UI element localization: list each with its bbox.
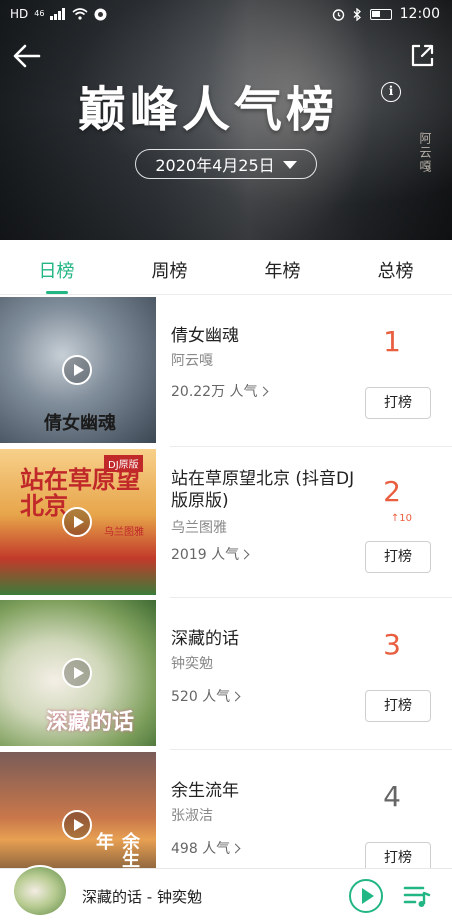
battery-icon bbox=[369, 8, 392, 20]
status-bar: HD 46 12:00 bbox=[0, 0, 452, 30]
popularity-value: 498 人气 bbox=[171, 840, 231, 857]
mini-player[interactable]: 深藏的话 - 钟奕勉 bbox=[0, 865, 452, 922]
album-cover[interactable]: DJ原版 站在草原望北京 乌兰图雅 bbox=[0, 448, 156, 595]
album-cover[interactable]: 倩女幽魂 bbox=[0, 297, 156, 443]
info-icon[interactable]: i bbox=[381, 82, 401, 102]
chart-tabs: 日榜 周榜 年榜 总榜 bbox=[0, 240, 452, 295]
page-title: 巅峰人气榜 bbox=[78, 82, 339, 138]
tab-weekly[interactable]: 周榜 bbox=[113, 240, 226, 294]
song-artist: 阿云嘎 bbox=[171, 353, 213, 369]
hd-icon: HD bbox=[10, 7, 29, 21]
cover-title: 倩女幽魂 bbox=[44, 413, 116, 434]
play-icon[interactable] bbox=[62, 355, 92, 385]
song-title: 倩女幽魂 bbox=[171, 326, 239, 346]
cover-subtitle: 乌兰图雅 bbox=[104, 526, 144, 538]
vpn-icon bbox=[94, 8, 107, 20]
active-tab-indicator bbox=[45, 291, 68, 294]
tab-label: 总榜 bbox=[377, 261, 414, 282]
bluetooth-icon bbox=[353, 7, 361, 21]
list-item[interactable]: DJ原版 站在草原望北京 乌兰图雅 站在草原望北京 (抖音DJ版原版) 乌兰图雅… bbox=[0, 447, 452, 598]
song-title: 站在草原望北京 (抖音DJ版原版) bbox=[171, 468, 355, 511]
popularity-value: 520 人气 bbox=[171, 689, 231, 705]
song-list: 倩女幽魂 倩女幽魂 阿云嘎 20.22万 人气 1 打榜 DJ原版 站在草原望北… bbox=[0, 295, 452, 901]
signal-icon bbox=[50, 8, 66, 20]
popularity-link[interactable]: 20.22万 人气 bbox=[171, 381, 268, 401]
tab-label: 周榜 bbox=[151, 261, 188, 282]
popularity-value: 20.22万 人气 bbox=[171, 384, 258, 400]
song-title: 余生流年 bbox=[171, 780, 239, 801]
list-item[interactable]: 倩女幽魂 倩女幽魂 阿云嘎 20.22万 人气 1 打榜 bbox=[0, 295, 452, 447]
tab-all-time[interactable]: 总榜 bbox=[339, 240, 452, 294]
rank-number: 3 bbox=[383, 628, 401, 661]
popularity-link[interactable]: 2019 人气 bbox=[171, 544, 250, 564]
status-time: 12:00 bbox=[399, 6, 440, 22]
vote-button[interactable]: 打榜 bbox=[365, 540, 431, 573]
cover-title: 深藏的话 bbox=[46, 709, 135, 735]
popularity-value: 2019 人气 bbox=[171, 546, 240, 563]
play-icon[interactable] bbox=[62, 809, 92, 840]
playlist-icon[interactable] bbox=[403, 883, 431, 909]
chevron-right-icon bbox=[258, 386, 268, 397]
list-item[interactable]: 深藏的话 深藏的话 钟奕勉 520 人气 3 打榜 bbox=[0, 598, 452, 750]
vote-button[interactable]: 打榜 bbox=[365, 690, 431, 722]
now-playing-cover[interactable] bbox=[12, 865, 68, 917]
chevron-right-icon bbox=[230, 691, 241, 702]
rank-number: 2 bbox=[383, 474, 401, 508]
tab-daily[interactable]: 日榜 bbox=[0, 240, 113, 294]
artist-credit: 阿云嘎 bbox=[418, 132, 432, 174]
vote-button[interactable]: 打榜 bbox=[365, 387, 431, 419]
tab-label: 年榜 bbox=[264, 261, 301, 282]
rank-change: ↑10 bbox=[390, 512, 412, 524]
chevron-right-icon bbox=[230, 843, 241, 853]
rank-number: 1 bbox=[383, 325, 401, 358]
song-artist: 钟奕勉 bbox=[171, 656, 213, 672]
date-selector[interactable]: 2020年4月25日 bbox=[135, 149, 317, 179]
alarm-icon bbox=[332, 8, 344, 21]
back-arrow-icon[interactable] bbox=[12, 42, 42, 70]
chevron-right-icon bbox=[239, 549, 250, 559]
album-cover[interactable]: 深藏的话 bbox=[0, 600, 156, 746]
play-icon[interactable] bbox=[62, 506, 92, 537]
popularity-link[interactable]: 498 人气 bbox=[171, 838, 241, 858]
rank-number: 4 bbox=[383, 779, 401, 813]
play-icon[interactable] bbox=[62, 658, 92, 688]
chevron-down-icon bbox=[282, 161, 297, 169]
play-icon[interactable] bbox=[349, 879, 383, 913]
wifi-icon bbox=[72, 8, 88, 20]
share-icon[interactable] bbox=[408, 42, 436, 70]
song-title: 深藏的话 bbox=[171, 629, 239, 649]
tab-label: 日榜 bbox=[38, 261, 75, 282]
song-artist: 张淑洁 bbox=[171, 807, 213, 824]
network-icon: 46 bbox=[34, 9, 45, 18]
popularity-link[interactable]: 520 人气 bbox=[171, 686, 241, 706]
date-label: 2020年4月25日 bbox=[155, 156, 275, 175]
tab-yearly[interactable]: 年榜 bbox=[226, 240, 339, 294]
header-banner: HD 46 12:00 巅峰人气榜 i 阿云嘎 2020年4月25日 bbox=[0, 0, 452, 240]
song-artist: 乌兰图雅 bbox=[171, 519, 227, 536]
now-playing-title[interactable]: 深藏的话 - 钟奕勉 bbox=[82, 886, 202, 907]
